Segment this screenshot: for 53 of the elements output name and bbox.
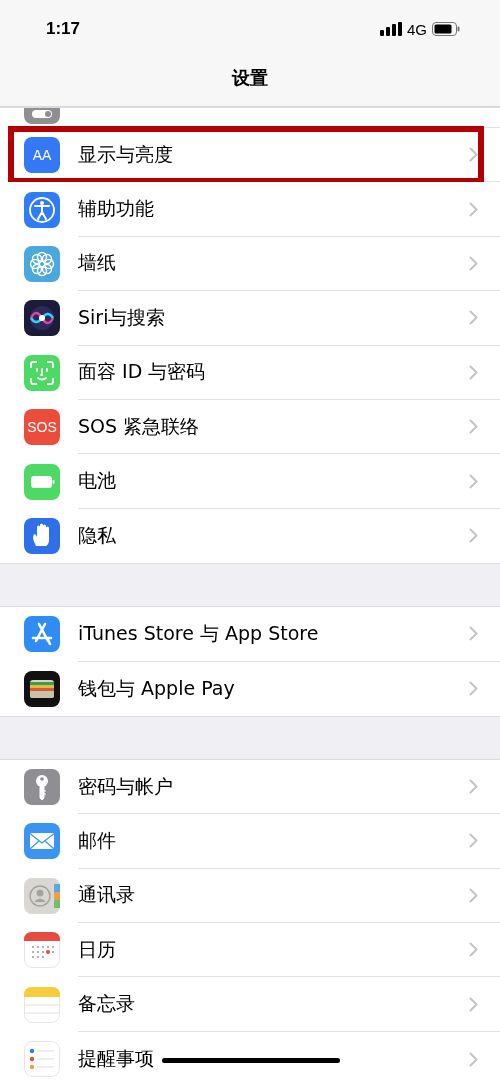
chevron-icon bbox=[469, 147, 478, 163]
sos-icon: SOS bbox=[24, 409, 60, 446]
row-label: 日历 bbox=[78, 936, 116, 962]
screen-title: 设置 bbox=[232, 66, 268, 90]
row-label: 提醒事项 bbox=[78, 1046, 154, 1072]
flower-icon bbox=[24, 245, 60, 282]
chevron-icon bbox=[469, 528, 478, 544]
text-size-icon: AA bbox=[24, 137, 60, 174]
row-label: Siri与搜索 bbox=[78, 304, 166, 330]
row-label: 墙纸 bbox=[78, 250, 116, 276]
row-label: 备忘录 bbox=[78, 991, 135, 1017]
chevron-icon bbox=[469, 942, 478, 958]
row-label: 隐私 bbox=[78, 522, 116, 548]
wallet-icon bbox=[24, 670, 60, 707]
battery-icon bbox=[24, 463, 60, 500]
chevron-icon bbox=[469, 1051, 478, 1067]
battery-status-icon bbox=[432, 22, 460, 36]
chevron-icon bbox=[469, 887, 478, 903]
row-label: 邮件 bbox=[78, 828, 116, 853]
chevron-icon bbox=[469, 364, 478, 380]
app-store-icon bbox=[24, 616, 60, 653]
siri-icon bbox=[24, 300, 60, 337]
chevron-icon bbox=[469, 626, 478, 642]
contact-icon bbox=[24, 877, 60, 914]
hand-icon bbox=[24, 517, 60, 554]
notes-icon bbox=[24, 986, 60, 1023]
calendar-icon bbox=[24, 932, 60, 969]
chevron-icon bbox=[469, 201, 478, 217]
row-label: 显示与亮度 bbox=[78, 141, 173, 167]
key-icon bbox=[24, 769, 60, 806]
chevron-icon bbox=[469, 310, 478, 326]
row-label: 面容 ID 与密码 bbox=[78, 359, 206, 385]
chevron-icon bbox=[469, 681, 478, 697]
accessibility-icon bbox=[24, 191, 60, 228]
row-label: 密码与帐户 bbox=[78, 773, 173, 799]
row-label: 电池 bbox=[78, 468, 116, 494]
chevron-icon bbox=[469, 779, 478, 795]
row-label: iTunes Store 与 App Store bbox=[78, 620, 319, 646]
clock-time: 1:17 bbox=[46, 19, 81, 39]
signal-icon bbox=[380, 22, 402, 36]
network-type: 4G bbox=[407, 20, 427, 38]
row-label: 通讯录 bbox=[78, 882, 135, 908]
row-label: 钱包与 Apple Pay bbox=[78, 675, 235, 701]
row-label: 辅助功能 bbox=[78, 196, 154, 222]
chevron-icon bbox=[469, 996, 478, 1012]
chevron-icon bbox=[469, 419, 478, 435]
face-scan-icon bbox=[24, 354, 60, 391]
chevron-icon bbox=[469, 255, 478, 271]
chevron-icon bbox=[469, 473, 478, 489]
row-label: SOS 紧急联络 bbox=[78, 413, 200, 439]
envelope-icon bbox=[24, 823, 60, 860]
list-icon bbox=[24, 1041, 60, 1078]
chevron-icon bbox=[469, 833, 478, 849]
